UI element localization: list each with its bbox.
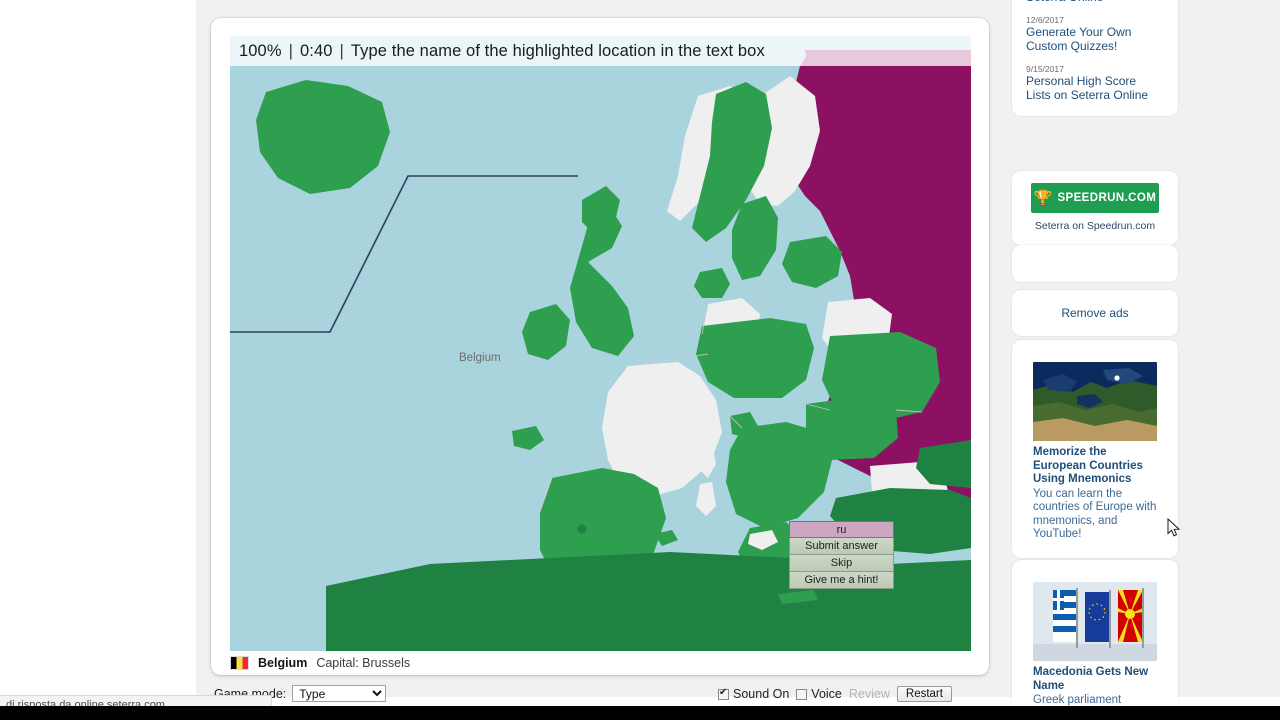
map-marker-dot	[577, 524, 587, 534]
promo-body: You can learn the countries of Europe wi…	[1033, 487, 1157, 541]
news-list-item[interactable]: 12/6/2017 Generate Your Own Custom Quizz…	[1026, 15, 1164, 53]
eu-flag-graphic	[1085, 590, 1111, 648]
speedrun-banner-text: SPEEDRUN.COM	[1057, 192, 1157, 204]
europe-satellite-image	[1033, 362, 1157, 441]
voice-toggle[interactable]: Voice	[796, 687, 842, 701]
promo-title[interactable]: Macedonia Gets New Name	[1033, 666, 1157, 693]
screen: 100% | 0:40 | Type the name of the highl…	[0, 0, 1280, 720]
promo-card-macedonia[interactable]: Macedonia Gets New Name Greek parliament…	[1012, 560, 1178, 720]
speedrun-card[interactable]: 🏆 SPEEDRUN.COM Seterra on Speedrun.com	[1012, 171, 1178, 245]
header-separator-2: |	[339, 41, 344, 60]
review-button: Review	[848, 687, 890, 701]
flags-photo-image	[1033, 582, 1157, 661]
remove-ads-card[interactable]: Remove ads	[1012, 290, 1178, 336]
mouse-cursor	[1167, 518, 1181, 537]
empty-ad-slot	[1012, 245, 1178, 282]
restart-button[interactable]: Restart	[896, 686, 952, 702]
news-date: 12/6/2017	[1026, 15, 1064, 25]
sound-toggle[interactable]: Sound On	[718, 687, 789, 701]
belgium-flag-icon	[230, 656, 249, 670]
sound-label: Sound On	[733, 687, 790, 701]
sound-checkbox[interactable]	[718, 687, 729, 700]
voice-label: Voice	[811, 687, 842, 701]
header-separator-1: |	[288, 41, 293, 60]
instruction-text: Type the name of the highlighted locatio…	[350, 41, 765, 60]
quiz-status-header: 100% | 0:40 | Type the name of the highl…	[230, 36, 971, 66]
news-date: 9/15/2017	[1026, 64, 1064, 74]
score-percent: 100%	[239, 41, 282, 60]
hint-button[interactable]: Give me a hint!	[789, 572, 894, 589]
voice-checkbox[interactable]	[796, 688, 808, 700]
promo-title[interactable]: Memorize the European Countries Using Mn…	[1033, 446, 1157, 487]
promo-card-mnemonics[interactable]: Memorize the European Countries Using Mn…	[1012, 340, 1178, 558]
answer-input[interactable]	[789, 521, 894, 538]
timer: 0:40	[300, 41, 333, 60]
news-list-item[interactable]: 12/14/2017 The Six Game Modes in Seterra…	[1026, 0, 1164, 4]
news-list-item[interactable]: 9/15/2017 Personal High Score Lists on S…	[1026, 64, 1164, 102]
trophy-icon: 🏆	[1033, 189, 1053, 207]
game-mode-select[interactable]: Type	[292, 685, 387, 702]
taskbar	[0, 706, 1280, 720]
country-name-label: Belgium	[258, 656, 308, 670]
current-country-info: Belgium Capital: Brussels	[230, 656, 410, 670]
greece-flag-graphic	[1053, 588, 1078, 648]
news-title[interactable]: The Six Game Modes in Seterra Online	[1026, 0, 1164, 4]
capital-label: Capital: Brussels	[316, 656, 411, 670]
quiz-card: 100% | 0:40 | Type the name of the highl…	[211, 18, 989, 675]
answer-panel: Submit answer Skip Give me a hint!	[789, 521, 894, 589]
right-sidebar: 12/14/2017 The Six Game Modes in Seterra…	[1012, 0, 1280, 720]
news-card: 12/14/2017 The Six Game Modes in Seterra…	[1012, 0, 1178, 116]
speedrun-banner[interactable]: 🏆 SPEEDRUN.COM	[1031, 183, 1159, 213]
submit-answer-button[interactable]: Submit answer	[789, 538, 894, 555]
page-left-white-area	[0, 0, 196, 697]
speedrun-caption[interactable]: Seterra on Speedrun.com	[1022, 220, 1168, 232]
remove-ads-label[interactable]: Remove ads	[1061, 306, 1128, 320]
macedonia-flag-graphic	[1118, 588, 1144, 648]
game-options-group: Sound On Voice Review Restart	[718, 686, 952, 702]
news-title[interactable]: Generate Your Own Custom Quizzes!	[1026, 25, 1164, 53]
news-title[interactable]: Personal High Score Lists on Seterra Onl…	[1026, 74, 1164, 102]
skip-button[interactable]: Skip	[789, 555, 894, 572]
